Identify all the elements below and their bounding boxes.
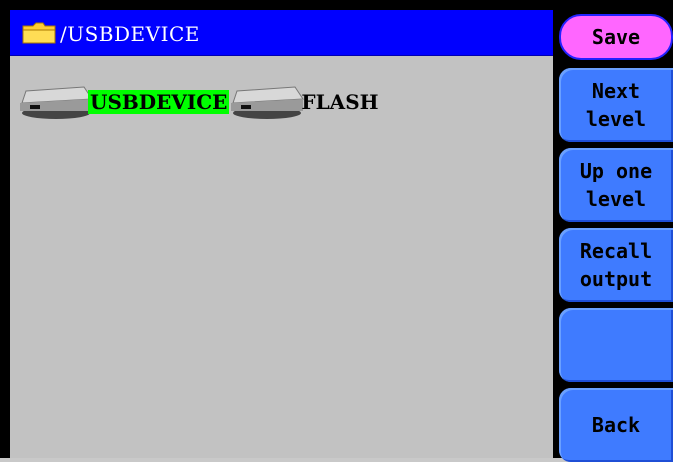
empty-menu-button[interactable] bbox=[559, 308, 673, 382]
file-browser-panel: /USBDEVICE USBDEVICE FLASH bbox=[10, 10, 553, 458]
device-list: USBDEVICE FLASH bbox=[18, 82, 381, 122]
recall-output-button[interactable]: Recall output bbox=[559, 228, 673, 302]
side-menu: Save Next level Up one level Recall outp… bbox=[553, 10, 673, 462]
drive-icon bbox=[231, 86, 305, 119]
device-label-usbdevice: USBDEVICE bbox=[88, 90, 230, 114]
drive-icon bbox=[20, 86, 93, 119]
device-item-flash[interactable]: FLASH bbox=[229, 83, 380, 121]
folder-icon bbox=[22, 22, 56, 44]
device-item-usbdevice[interactable]: USBDEVICE bbox=[18, 83, 230, 121]
device-label-flash: FLASH bbox=[301, 90, 379, 114]
current-path: /USBDEVICE bbox=[60, 22, 200, 46]
up-one-level-button[interactable]: Up one level bbox=[559, 148, 673, 222]
path-bar: /USBDEVICE bbox=[10, 10, 553, 56]
save-button[interactable]: Save bbox=[559, 14, 673, 60]
back-button[interactable]: Back bbox=[559, 388, 673, 462]
next-level-button[interactable]: Next level bbox=[559, 68, 673, 142]
